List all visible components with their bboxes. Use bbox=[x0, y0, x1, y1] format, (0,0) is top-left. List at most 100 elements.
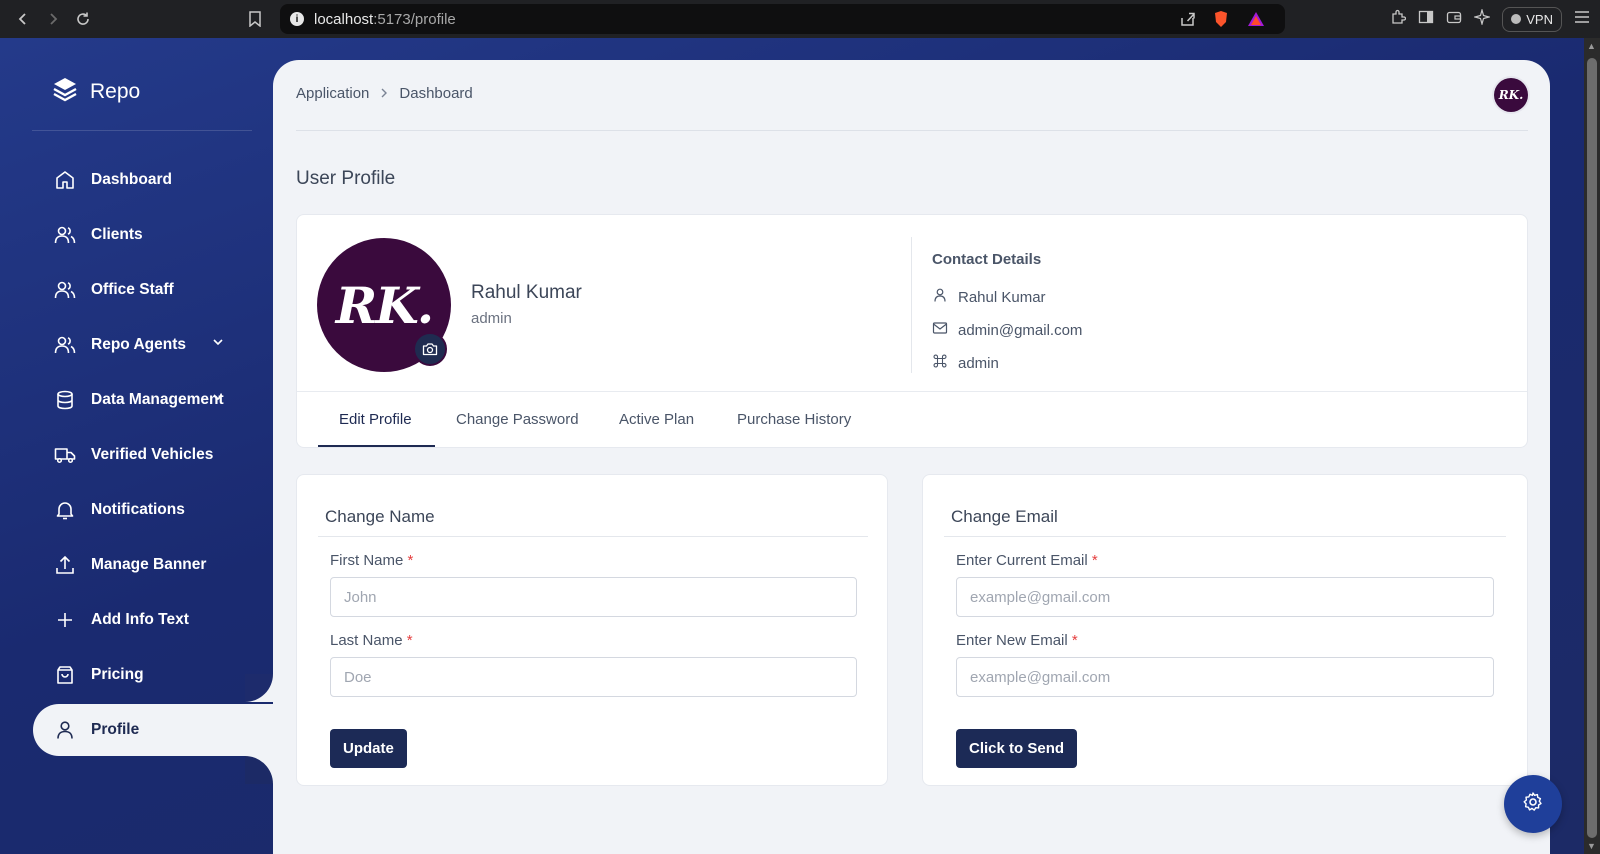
leo-ai-icon[interactable] bbox=[1472, 7, 1492, 30]
scroll-up-icon[interactable]: ▲ bbox=[1587, 41, 1596, 51]
click-to-send-button[interactable]: Click to Send bbox=[956, 729, 1078, 768]
wallet-icon[interactable] bbox=[1446, 9, 1462, 30]
scroll-down-icon[interactable]: ▼ bbox=[1587, 841, 1596, 851]
change-name-title: Change Name bbox=[325, 507, 435, 526]
sidebar-item-label: Pricing bbox=[91, 666, 144, 683]
tab-edit-profile[interactable]: Edit Profile bbox=[339, 411, 412, 428]
card-divider bbox=[944, 536, 1506, 537]
breadcrumb: Application Dashboard bbox=[296, 85, 473, 102]
sidebar-item-add-info-text[interactable]: Add Info Text bbox=[33, 594, 273, 646]
vpn-button[interactable]: VPN bbox=[1502, 6, 1562, 32]
current-email-input[interactable] bbox=[956, 577, 1494, 617]
last-name-label-text: Last Name bbox=[330, 632, 403, 649]
chevron-down-icon[interactable] bbox=[211, 335, 225, 354]
contact-email-row: admin@gmail.com bbox=[932, 320, 1082, 340]
page-scrollbar[interactable]: ▲ ▼ bbox=[1584, 38, 1600, 854]
first-name-label: First Name * bbox=[330, 552, 413, 569]
sidebar-item-profile[interactable]: Profile bbox=[33, 704, 273, 756]
sidebar-item-label: Office Staff bbox=[91, 281, 174, 298]
user-icon bbox=[932, 287, 948, 307]
active-tab-curve bbox=[245, 756, 273, 784]
back-icon[interactable] bbox=[8, 4, 38, 34]
last-name-input[interactable] bbox=[330, 657, 857, 697]
header-avatar[interactable]: RK. bbox=[1494, 78, 1528, 112]
rewards-icon[interactable] bbox=[1247, 10, 1265, 33]
contact-email: admin@gmail.com bbox=[958, 321, 1083, 339]
vertical-divider bbox=[911, 237, 912, 373]
layers-logo-icon bbox=[52, 76, 78, 108]
tab-active-plan[interactable]: Active Plan bbox=[619, 411, 694, 428]
site-info-icon[interactable]: i bbox=[290, 12, 304, 26]
tab-change-password[interactable]: Change Password bbox=[456, 411, 579, 428]
browser-toolbar: i localhost:5173/profile VPN bbox=[0, 0, 1600, 38]
sidebar: Repo Dashboard Clients Office Staff Repo… bbox=[0, 38, 273, 854]
last-name-label: Last Name * bbox=[330, 632, 413, 649]
sidebar-toggle-icon[interactable] bbox=[1418, 9, 1434, 30]
forward-icon[interactable] bbox=[38, 4, 68, 34]
gear-icon bbox=[1522, 791, 1544, 818]
sidebar-item-data-management[interactable]: Data Management bbox=[33, 374, 273, 426]
page-title: User Profile bbox=[296, 168, 396, 189]
required-marker: * bbox=[1091, 552, 1098, 569]
sidebar-item-label: Add Info Text bbox=[91, 611, 189, 628]
reload-icon[interactable] bbox=[68, 4, 98, 34]
new-email-label-text: Enter New Email bbox=[956, 632, 1068, 649]
change-name-card: Change Name First Name * Last Name * Upd… bbox=[296, 474, 888, 786]
vpn-status-icon bbox=[1511, 14, 1522, 24]
header-divider bbox=[296, 130, 1528, 131]
sidebar-item-repo-agents[interactable]: Repo Agents bbox=[33, 319, 273, 371]
sidebar-item-office-staff[interactable]: Office Staff bbox=[33, 264, 273, 316]
main-content: Application Dashboard RK. User Profile R… bbox=[273, 60, 1550, 854]
sidebar-item-verified-vehicles[interactable]: Verified Vehicles bbox=[33, 429, 273, 481]
required-marker: * bbox=[406, 632, 413, 649]
sidebar-item-dashboard[interactable]: Dashboard bbox=[33, 154, 273, 206]
first-name-input[interactable] bbox=[330, 577, 857, 617]
settings-fab[interactable] bbox=[1504, 775, 1562, 833]
profile-card: RK. Rahul Kumar admin Contact Details Ra… bbox=[296, 214, 1528, 448]
profile-role: admin bbox=[471, 310, 512, 327]
contact-role: admin bbox=[958, 354, 999, 372]
url-host: localhost bbox=[314, 10, 374, 28]
sidebar-item-clients[interactable]: Clients bbox=[33, 209, 273, 261]
tab-purchase-history[interactable]: Purchase History bbox=[737, 411, 851, 428]
change-email-card: Change Email Enter Current Email * Enter… bbox=[922, 474, 1528, 786]
active-tab-indicator bbox=[318, 445, 435, 447]
brand-divider bbox=[32, 130, 252, 131]
bell-icon bbox=[53, 498, 77, 522]
extensions-icon[interactable] bbox=[1390, 9, 1407, 30]
sidebar-item-manage-banner[interactable]: Manage Banner bbox=[33, 539, 273, 591]
shopping-bag-icon bbox=[53, 663, 77, 687]
command-icon bbox=[932, 353, 948, 373]
contact-name: Rahul Kumar bbox=[958, 288, 1046, 306]
current-email-label-text: Enter Current Email bbox=[956, 552, 1088, 569]
contact-name-row: Rahul Kumar bbox=[932, 287, 1046, 307]
contact-details-title: Contact Details bbox=[932, 251, 1042, 268]
users-icon bbox=[53, 278, 77, 302]
share-icon[interactable] bbox=[1179, 10, 1197, 33]
camera-icon[interactable] bbox=[413, 332, 447, 366]
brave-shield-icon[interactable] bbox=[1212, 10, 1230, 33]
tabs-divider bbox=[297, 391, 1527, 392]
sidebar-item-label: Data Management bbox=[91, 391, 224, 408]
brand[interactable]: Repo bbox=[52, 76, 140, 108]
update-button[interactable]: Update bbox=[330, 729, 407, 768]
address-bar[interactable]: i localhost:5173/profile bbox=[280, 4, 1285, 34]
menu-icon[interactable] bbox=[1574, 10, 1590, 29]
url-text: localhost:5173/profile bbox=[314, 11, 456, 28]
sidebar-item-label: Clients bbox=[91, 226, 143, 243]
sidebar-item-pricing[interactable]: Pricing bbox=[33, 649, 273, 701]
chevron-down-icon[interactable] bbox=[211, 390, 225, 409]
new-email-input[interactable] bbox=[956, 657, 1494, 697]
sidebar-item-notifications[interactable]: Notifications bbox=[33, 484, 273, 536]
first-name-label-text: First Name bbox=[330, 552, 404, 569]
sidebar-item-label: Repo Agents bbox=[91, 336, 187, 353]
contact-role-row: admin bbox=[932, 353, 999, 373]
scrollbar-thumb[interactable] bbox=[1587, 58, 1597, 838]
home-icon bbox=[53, 168, 77, 192]
sidebar-item-label: Verified Vehicles bbox=[91, 446, 214, 463]
bookmark-icon[interactable] bbox=[240, 4, 270, 34]
breadcrumb-dashboard[interactable]: Dashboard bbox=[399, 85, 472, 102]
active-tab-curve bbox=[245, 674, 273, 702]
url-path: :5173/profile bbox=[373, 10, 456, 28]
breadcrumb-application[interactable]: Application bbox=[296, 85, 369, 102]
